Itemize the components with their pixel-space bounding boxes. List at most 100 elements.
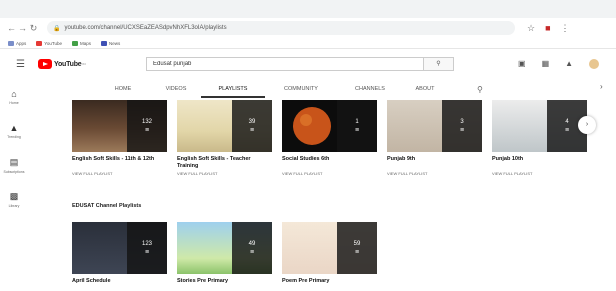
playlists-row: 132 ≡ English Soft Skills - 11th & 12th …	[72, 100, 587, 176]
playlist-card[interactable]: 1 ≡ Social Studies 6th VIEW FULL PLAYLIS…	[282, 100, 377, 176]
tabs-next-chevron-icon[interactable]: ›	[600, 82, 603, 91]
playlist-card[interactable]: 132 ≡ English Soft Skills - 11th & 12th …	[72, 100, 167, 176]
playlist-thumbnail[interactable]: 39 ≡	[177, 100, 272, 152]
avatar[interactable]	[589, 59, 600, 69]
more-menu-icon[interactable]: ⋮	[561, 23, 570, 34]
guide-item-home[interactable]: ⌂ Home	[0, 80, 28, 114]
playlist-card[interactable]: 39 ≡ English Soft Skills - Teacher Train…	[177, 100, 272, 176]
playlist-card[interactable]: 123 ≡ April Schedule	[72, 222, 167, 291]
youtube-logo[interactable]: YouTube IN	[38, 59, 86, 69]
view-full-playlist-link[interactable]: VIEW FULL PLAYLIST	[282, 171, 377, 176]
lock-icon: 🔒	[53, 25, 61, 32]
browser-tab-strip	[0, 0, 616, 18]
bookmark-maps[interactable]: Maps	[71, 40, 91, 46]
search-icon: ⚲	[436, 61, 441, 67]
video-count: 123	[141, 240, 152, 247]
playlist-thumbnail[interactable]: 123 ≡	[72, 222, 167, 274]
guide-item-library[interactable]: ▩ Library	[0, 182, 28, 216]
youtube-masthead: ☰ YouTube IN ⚲ ▣ ▦ ▲	[0, 50, 616, 78]
playlist-card[interactable]: 59 ≡ Poem Pre Primary	[282, 222, 377, 291]
hamburger-menu-icon[interactable]: ☰	[16, 59, 30, 70]
channel-tabs: HOME VIDEOS PLAYLISTS COMMUNITY CHANNELS…	[95, 80, 483, 98]
playlist-icon: ≡	[564, 126, 570, 134]
playlist-thumbnail[interactable]: 4 ≡	[492, 100, 587, 152]
view-full-playlist-link[interactable]: VIEW FULL PLAYLIST	[492, 171, 587, 176]
guide-item-trending[interactable]: ▲ Trending	[0, 114, 28, 148]
section-title: EDUSAT Channel Playlists	[72, 203, 142, 209]
video-count: 4	[565, 118, 569, 125]
search-input[interactable]	[147, 58, 423, 70]
playlist-icon: ≡	[249, 126, 255, 134]
guide-item-subscriptions[interactable]: ▤ Subscriptions	[0, 148, 28, 182]
search-box: ⚲	[146, 57, 454, 71]
playlist-title[interactable]: English Soft Skills - 11th & 12th	[72, 156, 167, 169]
playlist-overlay: 59 ≡	[337, 222, 377, 274]
view-full-playlist-link[interactable]: VIEW FULL PLAYLIST	[387, 171, 482, 176]
carousel-next-button[interactable]: ›	[578, 116, 596, 134]
playlist-icon: ≡	[354, 248, 360, 256]
playlist-card[interactable]: 4 ≡ Punjab 10th VIEW FULL PLAYLIST	[492, 100, 587, 176]
bookmark-star-icon[interactable]: ☆	[527, 23, 535, 34]
playlists-row: 123 ≡ April Schedule 49 ≡ Stories Pre Pr…	[72, 222, 377, 291]
tab-videos[interactable]: VIDEOS	[151, 80, 201, 98]
apps-icon	[8, 40, 14, 46]
video-count: 49	[248, 240, 256, 247]
search-button[interactable]: ⚲	[423, 58, 453, 70]
create-video-icon[interactable]: ▣	[518, 59, 526, 69]
video-count: 39	[248, 118, 256, 125]
notifications-bell-icon[interactable]: ▲	[565, 59, 573, 69]
playlist-icon: ≡	[459, 126, 465, 134]
bookmark-news[interactable]: News	[100, 40, 120, 46]
youtube-favicon-icon	[36, 40, 43, 46]
playlist-title[interactable]: April Schedule	[72, 278, 167, 291]
extension-icon[interactable]: ■	[545, 23, 550, 33]
playlist-thumbnail[interactable]: 132 ≡	[72, 100, 167, 152]
maps-icon	[71, 40, 78, 46]
view-full-playlist-link[interactable]: VIEW FULL PLAYLIST	[177, 171, 272, 176]
playlist-overlay: 49 ≡	[232, 222, 272, 274]
library-icon: ▩	[9, 190, 19, 201]
guide-sidebar: ⌂ Home ▲ Trending ▤ Subscriptions ▩ Libr…	[0, 80, 28, 216]
playlist-title[interactable]: Punjab 10th	[492, 156, 587, 169]
bookmark-apps[interactable]: Apps	[8, 40, 26, 46]
playlist-icon: ≡	[144, 248, 150, 256]
playlist-thumbnail[interactable]: 49 ≡	[177, 222, 272, 274]
playlist-title[interactable]: Stories Pre Primary	[177, 278, 272, 291]
bookmark-youtube[interactable]: YouTube	[36, 40, 62, 46]
reload-icon[interactable]: ↻	[28, 23, 39, 34]
playlist-card[interactable]: 49 ≡ Stories Pre Primary	[177, 222, 272, 291]
forward-arrow-icon[interactable]: →	[17, 23, 28, 33]
video-count: 1	[355, 118, 359, 125]
subscriptions-icon: ▤	[9, 156, 19, 167]
trending-icon: ▲	[9, 123, 19, 133]
playlist-overlay: 1 ≡	[337, 100, 377, 152]
playlist-title[interactable]: Social Studies 6th	[282, 156, 377, 169]
view-full-playlist-link[interactable]: VIEW FULL PLAYLIST	[72, 171, 167, 176]
playlist-overlay: 123 ≡	[127, 222, 167, 274]
playlist-title[interactable]: English Soft Skills - Teacher Training	[177, 156, 272, 169]
planet-thumbnail-art	[293, 107, 331, 145]
tab-about[interactable]: ABOUT	[403, 80, 447, 98]
url-text: youtube.com/channel/UCXSEaZEASdpvNhXFL3o…	[64, 25, 227, 31]
playlist-overlay: 132 ≡	[127, 100, 167, 152]
bookmarks-bar: Apps YouTube Maps News	[0, 38, 616, 49]
news-icon	[100, 40, 107, 46]
back-arrow-icon[interactable]: ←	[6, 23, 17, 33]
playlist-overlay: 3 ≡	[442, 100, 482, 152]
tab-channels[interactable]: CHANNELS	[337, 80, 403, 98]
url-field[interactable]: 🔒 youtube.com/channel/UCXSEaZEASdpvNhXFL…	[47, 21, 515, 35]
playlist-icon: ≡	[354, 126, 360, 134]
playlist-overlay: 39 ≡	[232, 100, 272, 152]
playlist-thumbnail[interactable]: 59 ≡	[282, 222, 377, 274]
tab-playlists[interactable]: PLAYLISTS	[201, 80, 265, 98]
playlist-thumbnail[interactable]: 1 ≡	[282, 100, 377, 152]
tab-community[interactable]: COMMUNITY	[265, 80, 337, 98]
playlist-title[interactable]: Poem Pre Primary	[282, 278, 377, 291]
playlist-title[interactable]: Punjab 9th	[387, 156, 482, 169]
tab-home[interactable]: HOME	[95, 80, 151, 98]
apps-grid-icon[interactable]: ▦	[542, 59, 550, 69]
video-count: 132	[141, 118, 152, 125]
playlist-thumbnail[interactable]: 3 ≡	[387, 100, 482, 152]
playlist-card[interactable]: 3 ≡ Punjab 9th VIEW FULL PLAYLIST	[387, 100, 482, 176]
channel-search-icon[interactable]: ⚲	[477, 85, 483, 94]
